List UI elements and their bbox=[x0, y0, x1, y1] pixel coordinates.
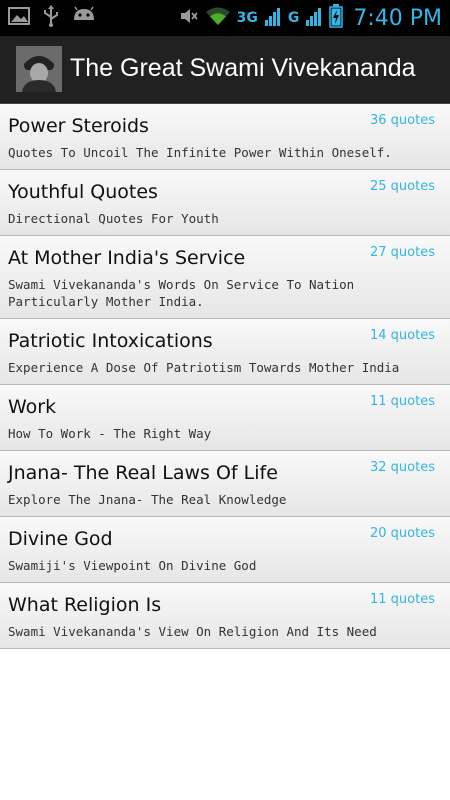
signal-icon bbox=[264, 5, 282, 31]
network-type-1: 3G bbox=[236, 10, 258, 26]
quote-count: 36 quotes bbox=[370, 113, 435, 128]
item-description: How To Work - The Right Way bbox=[8, 426, 212, 441]
quote-count: 25 quotes bbox=[370, 179, 435, 194]
item-description: Explore The Jnana- The Real Knowledge bbox=[8, 492, 287, 507]
category-list: Power Steroids 36 quotes Quotes To Uncoi… bbox=[0, 104, 450, 649]
action-bar: The Great Swami Vivekananda bbox=[0, 36, 450, 104]
list-item[interactable]: Work 11 quotes How To Work - The Right W… bbox=[0, 385, 450, 451]
quote-count: 32 quotes bbox=[370, 460, 435, 475]
item-description: Swamiji's Viewpoint On Divine God bbox=[8, 558, 257, 573]
list-item[interactable]: Jnana- The Real Laws Of Life 32 quotes E… bbox=[0, 451, 450, 517]
list-item[interactable]: Youthful Quotes 25 quotes Directional Qu… bbox=[0, 170, 450, 236]
list-item[interactable]: What Religion Is 11 quotes Swami Vivekan… bbox=[0, 583, 450, 649]
battery-icon bbox=[329, 4, 344, 32]
app-logo-icon[interactable] bbox=[16, 46, 62, 92]
network-type-2: G bbox=[287, 10, 300, 26]
wifi-icon bbox=[205, 6, 231, 30]
item-description: Swami Vivekananda's Words On Service To … bbox=[8, 277, 355, 309]
list-item[interactable]: Divine God 20 quotes Swamiji's Viewpoint… bbox=[0, 517, 450, 583]
notification-icons bbox=[8, 5, 96, 31]
item-description: Quotes To Uncoil The Infinite Power With… bbox=[8, 145, 392, 160]
list-item[interactable]: Patriotic Intoxications 14 quotes Experi… bbox=[0, 319, 450, 385]
usb-icon bbox=[42, 5, 60, 31]
item-description: Experience A Dose Of Patriotism Towards … bbox=[8, 360, 400, 375]
page-title: The Great Swami Vivekananda bbox=[70, 54, 416, 82]
quote-count: 11 quotes bbox=[370, 394, 435, 409]
clock: 7:40 PM bbox=[353, 5, 442, 31]
signal-icon bbox=[305, 5, 323, 31]
quote-count: 14 quotes bbox=[370, 328, 435, 343]
quote-count: 27 quotes bbox=[370, 245, 435, 260]
list-item[interactable]: At Mother India's Service 27 quotes Swam… bbox=[0, 236, 450, 319]
item-description: Swami Vivekananda's View On Religion And… bbox=[8, 624, 377, 639]
android-icon bbox=[72, 6, 96, 30]
quote-count: 11 quotes bbox=[370, 592, 435, 607]
system-icons: 3G G 7:40 PM bbox=[179, 4, 442, 32]
image-icon bbox=[8, 6, 30, 30]
status-bar: 3G G 7:40 PM bbox=[0, 0, 450, 36]
list-item[interactable]: Power Steroids 36 quotes Quotes To Uncoi… bbox=[0, 104, 450, 170]
quote-count: 20 quotes bbox=[370, 526, 435, 541]
item-description: Directional Quotes For Youth bbox=[8, 211, 219, 226]
mute-icon bbox=[179, 6, 199, 30]
